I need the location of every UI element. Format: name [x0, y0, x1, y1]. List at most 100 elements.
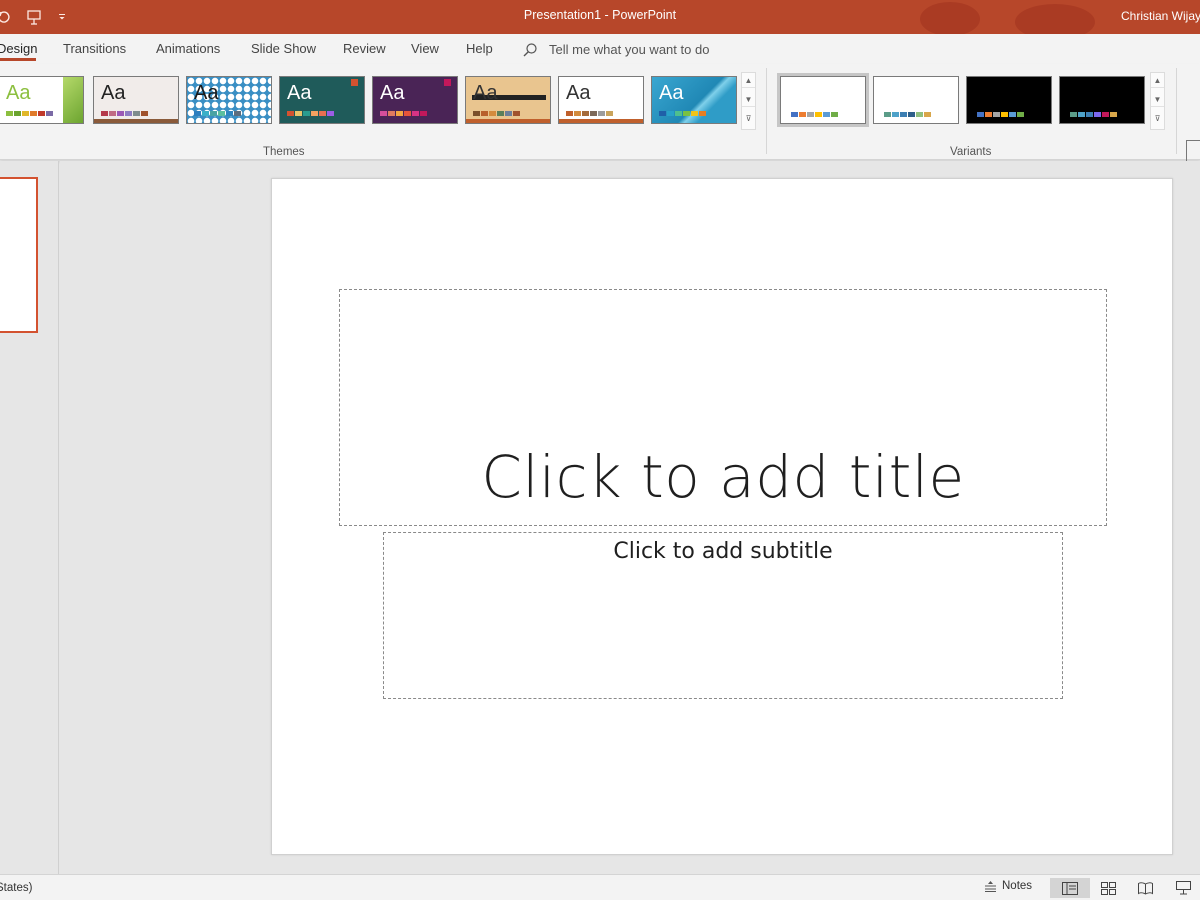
color-swatch	[505, 111, 512, 116]
variant-black-1[interactable]	[966, 76, 1052, 124]
scroll-up-icon[interactable]: ▲	[742, 73, 755, 88]
theme-color-swatches	[473, 111, 520, 116]
tab-review[interactable]: Review	[343, 41, 386, 56]
scroll-down-icon[interactable]: ▼	[1151, 92, 1164, 107]
color-swatch	[412, 111, 419, 116]
slide-show-icon[interactable]	[1170, 878, 1196, 898]
notes-button[interactable]: Notes	[984, 880, 1032, 892]
color-swatch	[287, 111, 294, 116]
theme-color-swatches	[101, 111, 148, 116]
theme-sample-text: Aa	[473, 82, 498, 104]
status-bar: States) Notes	[0, 874, 1200, 900]
color-swatch	[46, 111, 53, 116]
color-swatch	[590, 111, 597, 116]
slide-size-icon[interactable]	[1186, 140, 1200, 162]
language-indicator[interactable]: States)	[0, 882, 32, 894]
tab-animations[interactable]: Animations	[156, 41, 220, 56]
title-placeholder[interactable]: Click to add title	[339, 289, 1107, 526]
tab-help[interactable]: Help	[466, 41, 493, 56]
more-variants-icon[interactable]: ⊽	[1151, 111, 1164, 126]
normal-view-icon[interactable]	[1050, 878, 1090, 898]
color-swatch	[497, 111, 504, 116]
color-swatch	[884, 112, 891, 117]
account-name[interactable]: Christian Wijaya	[1121, 9, 1200, 23]
slide-sorter-icon[interactable]	[1095, 878, 1121, 898]
theme-savon[interactable]: Aa	[558, 76, 644, 124]
theme-color-swatches	[566, 111, 613, 116]
color-swatch	[683, 111, 690, 116]
color-swatch	[566, 111, 573, 116]
color-swatch	[1009, 112, 1016, 117]
color-swatch	[908, 112, 915, 117]
color-swatch	[101, 111, 108, 116]
color-swatch	[303, 111, 310, 116]
subtitle-placeholder[interactable]: Click to add subtitle	[383, 532, 1063, 699]
theme-celestial-blue[interactable]: Aa	[651, 76, 737, 124]
color-swatch	[30, 111, 37, 116]
color-swatch	[598, 111, 605, 116]
tell-me-search-box[interactable]: Tell me what you want to do	[549, 42, 709, 57]
theme-color-swatches	[6, 111, 53, 116]
group-separator	[1176, 68, 1177, 154]
theme-sample-text: Aa	[194, 82, 219, 104]
theme-sample-text: Aa	[6, 82, 31, 104]
active-tab-indicator	[0, 58, 36, 61]
theme-accent-bar	[559, 119, 643, 123]
theme-pattern-blue[interactable]: Aa	[186, 76, 272, 124]
color-swatch	[916, 112, 923, 117]
tab-transitions[interactable]: Transitions	[63, 41, 126, 56]
reading-view-icon[interactable]	[1132, 878, 1158, 898]
variants-group-label: Variants	[950, 146, 992, 158]
theme-ion-teal[interactable]: Aa	[279, 76, 365, 124]
theme-accent-mark	[351, 79, 358, 86]
theme-ion-boardroom-neutral[interactable]: Aa	[93, 76, 179, 124]
color-swatch	[675, 111, 682, 116]
variant-white-2[interactable]	[873, 76, 959, 124]
color-swatch	[226, 111, 233, 116]
color-swatch	[791, 112, 798, 117]
subtitle-placeholder-text: Click to add subtitle	[613, 539, 833, 564]
theme-accent-shape	[63, 77, 83, 123]
color-swatch	[133, 111, 140, 116]
color-swatch	[985, 112, 992, 117]
group-separator	[766, 68, 767, 154]
theme-wood-type[interactable]: Aa	[465, 76, 551, 124]
color-swatch	[1094, 112, 1101, 117]
theme-facet[interactable]: Aa	[0, 76, 84, 124]
color-swatch	[202, 111, 209, 116]
theme-accent-mark	[444, 79, 451, 86]
tab-slide-show[interactable]: Slide Show	[251, 41, 316, 56]
slide-thumbnail-1[interactable]	[0, 177, 38, 333]
theme-sample-text: Aa	[566, 82, 591, 104]
color-swatch	[218, 111, 225, 116]
slide-thumbnail-pane	[0, 161, 59, 874]
color-swatch	[327, 111, 334, 116]
color-swatch	[6, 111, 13, 116]
themes-group-label: Themes	[263, 146, 305, 158]
theme-sample-text: Aa	[101, 82, 126, 104]
color-swatch	[388, 111, 395, 116]
color-swatch	[699, 111, 706, 116]
tab-view[interactable]: View	[411, 41, 439, 56]
more-themes-icon[interactable]: ⊽	[742, 111, 755, 126]
tab-design[interactable]: Design	[0, 41, 37, 56]
color-swatch	[489, 111, 496, 116]
scroll-down-icon[interactable]: ▼	[742, 92, 755, 107]
color-swatch	[667, 111, 674, 116]
color-swatch	[396, 111, 403, 116]
theme-sample-text: Aa	[287, 82, 312, 104]
color-swatch	[420, 111, 427, 116]
color-swatch	[977, 112, 984, 117]
theme-color-swatches	[194, 111, 241, 116]
slide-canvas[interactable]: Click to add title Click to add subtitle	[271, 178, 1173, 855]
scroll-up-icon[interactable]: ▲	[1151, 73, 1164, 88]
notes-label: Notes	[1002, 880, 1033, 892]
variant-black-2[interactable]	[1059, 76, 1145, 124]
variant-color-swatches	[1070, 112, 1117, 117]
theme-sample-text: Aa	[659, 82, 684, 104]
theme-ion-purple[interactable]: Aa	[372, 76, 458, 124]
lightbulb-search-icon[interactable]	[522, 42, 538, 58]
theme-color-swatches	[380, 111, 427, 116]
variant-white-1[interactable]	[777, 73, 869, 127]
color-swatch	[823, 112, 830, 117]
